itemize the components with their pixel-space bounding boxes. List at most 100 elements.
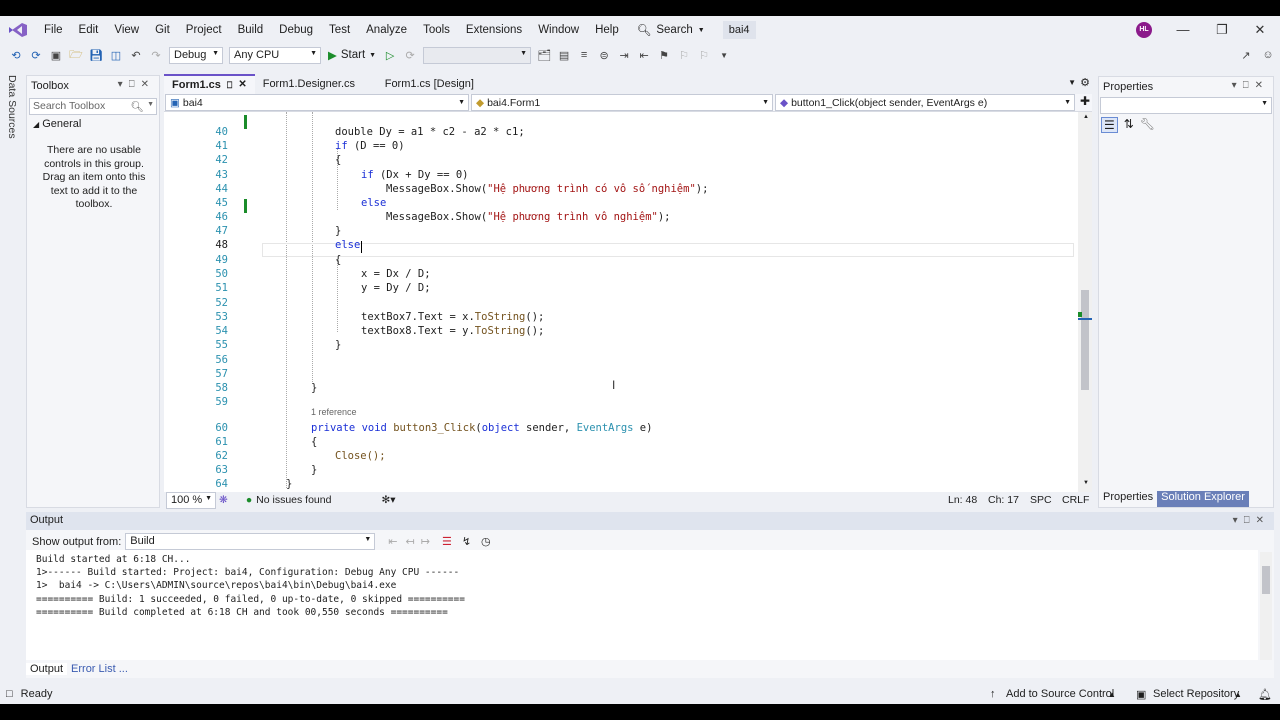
back-icon[interactable]: ⟲ bbox=[8, 47, 24, 63]
outdent-icon[interactable]: ⇤ bbox=[636, 47, 652, 63]
menu-view[interactable]: View bbox=[106, 16, 147, 44]
panel-controls[interactable]: ▾⎕✕ bbox=[1233, 515, 1270, 526]
save-all-icon[interactable]: ◫ bbox=[108, 47, 124, 63]
editor-vertical-scrollbar[interactable]: ▲ ▼ bbox=[1078, 112, 1092, 492]
minimize-icon[interactable]: — bbox=[1163, 16, 1203, 44]
data-sources-tab[interactable]: Data Sources bbox=[6, 75, 18, 139]
panel-controls[interactable]: ▾⎕✕ bbox=[1232, 80, 1269, 91]
toolbar-options-icon[interactable]: ▼ bbox=[716, 47, 732, 63]
avatar[interactable]: HL bbox=[1136, 22, 1152, 38]
member-dropdown[interactable]: ◆ button1_Click(object sender, EventArgs… bbox=[775, 94, 1075, 111]
line-ending-indicator[interactable]: CRLF bbox=[1062, 494, 1089, 506]
format-icon[interactable]: ≡ bbox=[576, 47, 592, 63]
open-folder-icon[interactable]: 🗁︎ bbox=[68, 47, 84, 63]
code-editor[interactable]: 40 double Dy = a1 * c2 - a2 * c1; 41 if (D… bbox=[164, 112, 1078, 492]
debug-target-select[interactable]: ▼ bbox=[423, 46, 532, 64]
align-icon[interactable]: ⊜ bbox=[596, 47, 612, 63]
menu-build[interactable]: Build bbox=[230, 16, 272, 44]
tab-output[interactable]: Output bbox=[26, 663, 68, 675]
notifications-bell-icon[interactable]: 🔔︎ bbox=[1258, 688, 1272, 701]
scrollbar-thumb[interactable] bbox=[1262, 566, 1270, 594]
tab-properties[interactable]: Properties bbox=[1099, 491, 1158, 507]
pin-icon[interactable]: ⎕ bbox=[227, 76, 232, 94]
scroll-down-icon[interactable]: ▼ bbox=[1083, 480, 1089, 486]
scrollbar-thumb[interactable] bbox=[1081, 290, 1089, 390]
class-dropdown[interactable]: ◆ bai4.Form1 ▼ bbox=[471, 94, 773, 111]
menu-file[interactable]: File bbox=[36, 16, 71, 44]
save-icon[interactable]: 💾︎ bbox=[88, 47, 104, 63]
menu-analyze[interactable]: Analyze bbox=[358, 16, 415, 44]
restore-icon[interactable]: ❐ bbox=[1202, 16, 1242, 44]
copilot-icon[interactable]: ❋ bbox=[219, 494, 228, 506]
word-wrap-icon[interactable]: ↯ bbox=[462, 535, 471, 548]
share-icon[interactable]: ↗ bbox=[1238, 47, 1254, 63]
menu-tools[interactable]: Tools bbox=[415, 16, 458, 44]
wrench-icon[interactable]: 🔧︎ bbox=[1140, 117, 1155, 133]
clock-icon[interactable]: ◷ bbox=[481, 535, 491, 548]
tab-list-icon[interactable]: ▼ bbox=[1068, 78, 1076, 87]
menu-edit[interactable]: Edit bbox=[71, 16, 107, 44]
properties-object-select[interactable]: ▼ bbox=[1100, 97, 1272, 114]
start-button[interactable]: ▶ Start ▼ bbox=[324, 48, 380, 62]
solution-explorer-icon[interactable]: 🗂︎ bbox=[536, 47, 552, 63]
bookmark-next-icon[interactable]: ⚐ bbox=[696, 47, 712, 63]
toolbox-group-general[interactable]: ◢ General bbox=[33, 118, 81, 130]
forward-icon[interactable]: ⟳ bbox=[28, 47, 44, 63]
tab-form1-cs[interactable]: Form1.cs ⎕ ✕ bbox=[164, 74, 255, 94]
notification-icon[interactable]: □ bbox=[6, 688, 13, 700]
column-indicator[interactable]: Ch: 17 bbox=[988, 494, 1019, 506]
menu-window[interactable]: Window bbox=[530, 16, 587, 44]
issues-status[interactable]: No issues found bbox=[256, 494, 331, 506]
whitespace-indicator[interactable]: SPC bbox=[1030, 494, 1052, 506]
toolbox-search-input[interactable]: Search Toolbox 🔍︎ ▼ bbox=[29, 98, 157, 115]
output-vertical-scrollbar[interactable] bbox=[1260, 552, 1272, 660]
scroll-up-icon[interactable]: ▲ bbox=[1083, 114, 1089, 120]
menu-git[interactable]: Git bbox=[147, 16, 178, 44]
layout-icon[interactable]: ▤ bbox=[556, 47, 572, 63]
tab-solution-explorer[interactable]: Solution Explorer bbox=[1157, 491, 1249, 507]
bookmark-icon[interactable]: ⚑ bbox=[656, 47, 672, 63]
close-icon[interactable]: ✕ bbox=[1240, 16, 1280, 44]
hot-reload-icon[interactable]: ⟳ bbox=[402, 47, 418, 63]
solution-name: bai4 bbox=[722, 21, 756, 39]
find-message-icon[interactable]: ⇤ bbox=[388, 535, 397, 548]
menu-debug[interactable]: Debug bbox=[271, 16, 321, 44]
categorized-icon[interactable]: ☰ bbox=[1101, 117, 1118, 133]
menu-extensions[interactable]: Extensions bbox=[458, 16, 530, 44]
feedback-icon[interactable]: ☺ bbox=[1260, 47, 1276, 63]
menu-help[interactable]: Help bbox=[587, 16, 627, 44]
codelens-references[interactable]: 1 reference bbox=[311, 407, 357, 417]
close-icon[interactable]: ✕ bbox=[238, 76, 246, 94]
output-source-select[interactable]: Build ▼ bbox=[125, 533, 376, 550]
panel-controls[interactable]: ▾⎕✕ bbox=[118, 79, 155, 90]
next-message-icon[interactable]: ↦ bbox=[421, 535, 430, 548]
bookmark-prev-icon[interactable]: ⚐ bbox=[676, 47, 692, 63]
line-indicator[interactable]: Ln: 48 bbox=[948, 494, 977, 506]
tab-form1-designer-cs[interactable]: Form1.Designer.cs bbox=[255, 74, 377, 94]
indent-icon[interactable]: ⇥ bbox=[616, 47, 632, 63]
prev-message-icon[interactable]: ↤ bbox=[406, 535, 415, 548]
split-icon[interactable]: ✚ bbox=[1080, 94, 1090, 111]
tab-error-list[interactable]: Error List ... bbox=[67, 663, 132, 675]
chevron-up-icon: ▲ bbox=[1108, 689, 1116, 699]
search-button[interactable]: 🔍︎ Search ▼ bbox=[637, 23, 705, 37]
alphabetical-icon[interactable]: ⇅ bbox=[1124, 117, 1134, 133]
platform-select[interactable]: Any CPU ▼ bbox=[229, 46, 321, 64]
menu-project[interactable]: Project bbox=[178, 16, 230, 44]
settings-icon[interactable]: ⚙ bbox=[1080, 76, 1090, 89]
redo-icon[interactable]: ↷ bbox=[148, 47, 164, 63]
project-dropdown[interactable]: ▣ bai4 ▼ bbox=[165, 94, 469, 111]
select-repository[interactable]: Select Repository bbox=[1153, 688, 1239, 700]
zoom-select[interactable]: 100 % ▼ bbox=[166, 491, 216, 509]
undo-icon[interactable]: ↶ bbox=[128, 47, 144, 63]
add-to-source-control[interactable]: Add to Source Control bbox=[1006, 688, 1114, 700]
menu-test[interactable]: Test bbox=[321, 16, 358, 44]
configuration-select[interactable]: Debug ▼ bbox=[169, 46, 223, 64]
show-output-from-label: Show output from: bbox=[32, 535, 122, 548]
code-cleanup-icon[interactable]: ✻▾ bbox=[381, 494, 395, 506]
new-item-icon[interactable]: ▣ bbox=[48, 47, 64, 63]
clear-all-icon[interactable]: ☰ bbox=[442, 535, 452, 548]
output-text[interactable]: Build started at 6:18 CH... 1>------ Buil… bbox=[26, 550, 1258, 660]
tab-form1-design[interactable]: Form1.cs [Design] bbox=[377, 74, 482, 94]
start-without-debugging-icon[interactable]: ▷ bbox=[382, 47, 398, 63]
